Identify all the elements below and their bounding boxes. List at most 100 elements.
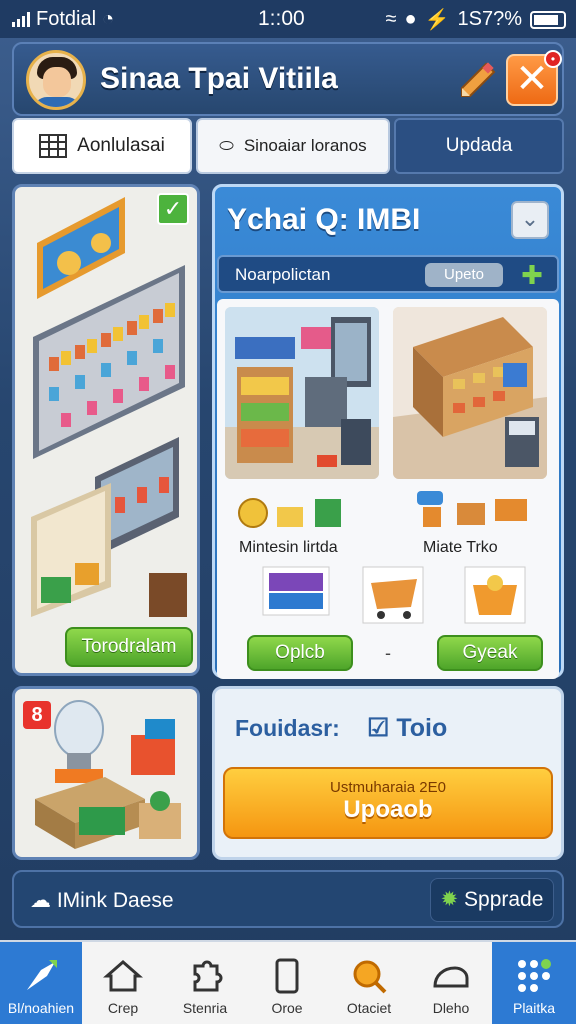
shop-panel: Ychai Q: IMBI ⌄ Noarpolictan Upeto ✚ Min… bbox=[212, 184, 564, 679]
caption-left: Mintesin lirtda bbox=[239, 539, 338, 556]
tag-icon: ⬭ bbox=[219, 136, 234, 155]
bottom-nav: Bl/noahien Crep Stenria Oroe Otaciet Dle… bbox=[0, 940, 576, 1024]
tab-sinoaiar[interactable]: ⬭ Sinoaiar loranos bbox=[196, 118, 390, 174]
battery-percent: 1S7?% bbox=[457, 8, 523, 30]
spprade-button[interactable]: ✹ Spprade bbox=[430, 878, 554, 922]
promo-sign bbox=[37, 197, 125, 299]
check-icon[interactable]: ✓ bbox=[157, 193, 189, 225]
checkbox-label: Toio bbox=[396, 714, 448, 742]
shelf-illustration bbox=[31, 197, 187, 617]
pencil-icon[interactable] bbox=[456, 58, 500, 102]
sign-item[interactable] bbox=[261, 565, 331, 617]
shelf-card[interactable]: ✓ Torodralam bbox=[12, 184, 200, 676]
nav-label: Otaciet bbox=[346, 1000, 392, 1016]
star-icon: ✹ bbox=[440, 888, 459, 911]
game-header: Sinaa Tpai Vitiila ✕ • bbox=[12, 42, 564, 116]
box-icon bbox=[131, 719, 175, 775]
item-icons-left bbox=[238, 498, 341, 528]
separator-dash: - bbox=[385, 643, 391, 663]
nav-label: Dleho bbox=[432, 1000, 470, 1016]
tab-aonlulasai[interactable]: Aonlulasai bbox=[12, 118, 192, 174]
upload-label: Upoaob bbox=[343, 796, 433, 823]
nav-label: Crep bbox=[107, 1000, 139, 1016]
item-icons-right bbox=[417, 491, 527, 527]
basket-item[interactable] bbox=[463, 565, 527, 625]
close-button[interactable]: ✕ • bbox=[506, 50, 562, 106]
nav-label: Oroe bbox=[271, 1000, 303, 1016]
nav-item-stenria[interactable]: Stenria bbox=[164, 942, 246, 1024]
home-icon bbox=[103, 960, 143, 992]
nav-item-oroe[interactable]: Oroe bbox=[246, 942, 328, 1024]
fouidasr-label: Fouidasr: bbox=[235, 715, 340, 741]
tab-bar: Aonlulasai ⬭ Sinoaiar loranos Updada bbox=[12, 118, 564, 174]
caption-right: Miate Trko bbox=[423, 539, 498, 556]
upload-panel: Fouidasr: ☑ Toio Ustmuharaia 2E0 Upoaob bbox=[212, 686, 564, 860]
nav-item-dleho[interactable]: Dleho bbox=[410, 942, 492, 1024]
animal-icon bbox=[433, 966, 469, 988]
tab-label: Sinoaiar loranos bbox=[243, 136, 367, 155]
signal-icon bbox=[12, 11, 30, 27]
grid-icon bbox=[39, 134, 68, 158]
store-right-illustration bbox=[393, 307, 547, 479]
panel-subbar: Noarpolictan Upeto ✚ bbox=[217, 255, 559, 293]
checkbox-icon: ☑ bbox=[367, 714, 390, 742]
nav-item-otaciet[interactable]: Otaciet bbox=[328, 942, 410, 1024]
battery-icon bbox=[530, 10, 566, 29]
store-title: Sinaa Tpai Vitiila bbox=[100, 62, 338, 95]
upgrade-card[interactable]: 8 bbox=[12, 686, 200, 860]
toio-checkbox[interactable]: ☑ Toio bbox=[367, 713, 447, 743]
count-badge: 8 bbox=[23, 701, 51, 729]
avatar[interactable] bbox=[26, 50, 86, 110]
wood-shelf bbox=[237, 367, 293, 463]
status-bar: Fotdial ◔ 1::00 ≈ ● ⚡ 1S7?% bbox=[0, 0, 576, 38]
oplcb-button[interactable]: Oplcb bbox=[247, 635, 353, 671]
puzzle-icon bbox=[193, 960, 223, 992]
chevron-down-icon[interactable]: ⌄ bbox=[511, 201, 549, 239]
upload-subtext: Ustmuharaia 2E0 bbox=[330, 779, 446, 796]
upload-button[interactable]: Ustmuharaia 2E0 Upoaob bbox=[223, 767, 553, 839]
tab-label: Aonlulasai bbox=[77, 135, 165, 156]
tab-label: Updada bbox=[445, 135, 513, 156]
nav-item-home[interactable]: Bl/noahien bbox=[0, 942, 82, 1024]
info-strip: ☁ IMink Daese ✹ Spprade bbox=[12, 870, 564, 928]
phone-icon bbox=[275, 958, 299, 994]
crate bbox=[149, 573, 187, 617]
fridge bbox=[331, 317, 371, 387]
plus-icon[interactable]: ✚ bbox=[517, 261, 547, 289]
nav-item-crep[interactable]: Crep bbox=[82, 942, 164, 1024]
nav-item-plaitka[interactable]: Plaitka bbox=[492, 942, 576, 1024]
notification-dot: • bbox=[544, 50, 562, 68]
parcel-icon bbox=[139, 791, 181, 839]
store-scene-left[interactable] bbox=[225, 307, 379, 479]
spprade-label: Spprade bbox=[464, 888, 544, 911]
upeto-button[interactable]: Upeto bbox=[425, 263, 503, 287]
cash-icon bbox=[79, 807, 125, 835]
clock: 1::00 bbox=[258, 7, 305, 30]
cart-item[interactable] bbox=[361, 565, 425, 625]
lightbulb-icon bbox=[54, 700, 104, 783]
store-scene-right[interactable] bbox=[393, 307, 547, 479]
cloud-icon: ☁ bbox=[30, 889, 51, 912]
register bbox=[505, 417, 539, 467]
vibrate-icon: ≈ bbox=[385, 8, 397, 30]
wood-shelf bbox=[31, 483, 111, 617]
gyeak-button[interactable]: Gyeak bbox=[437, 635, 543, 671]
carrier-name: Fotdial bbox=[36, 7, 97, 30]
strip-text: IMink Daese bbox=[56, 889, 174, 912]
search-icon bbox=[353, 960, 387, 994]
sub-label: Noarpolictan bbox=[235, 265, 331, 284]
strip-label: ☁ IMink Daese bbox=[30, 888, 174, 913]
shelf-unit bbox=[33, 265, 185, 459]
rocket-icon bbox=[27, 960, 57, 990]
charging-icon: ⚡ bbox=[424, 9, 450, 31]
tab-updada[interactable]: Updada bbox=[394, 118, 564, 174]
shop-inner: Mintesin lirtda Miate Trko Oplcb - Gyeak bbox=[217, 299, 559, 679]
torodralam-button[interactable]: Torodralam bbox=[65, 627, 193, 667]
store-left-illustration bbox=[225, 307, 379, 479]
location-icon: ● bbox=[404, 8, 417, 30]
panel-title: Ychai Q: IMBI bbox=[227, 203, 421, 236]
nav-label: Stenria bbox=[182, 1000, 228, 1016]
nav-label: Plaitka bbox=[512, 1000, 556, 1016]
cart-icon bbox=[317, 455, 337, 467]
nav-label: Bl/noahien bbox=[7, 1000, 75, 1016]
